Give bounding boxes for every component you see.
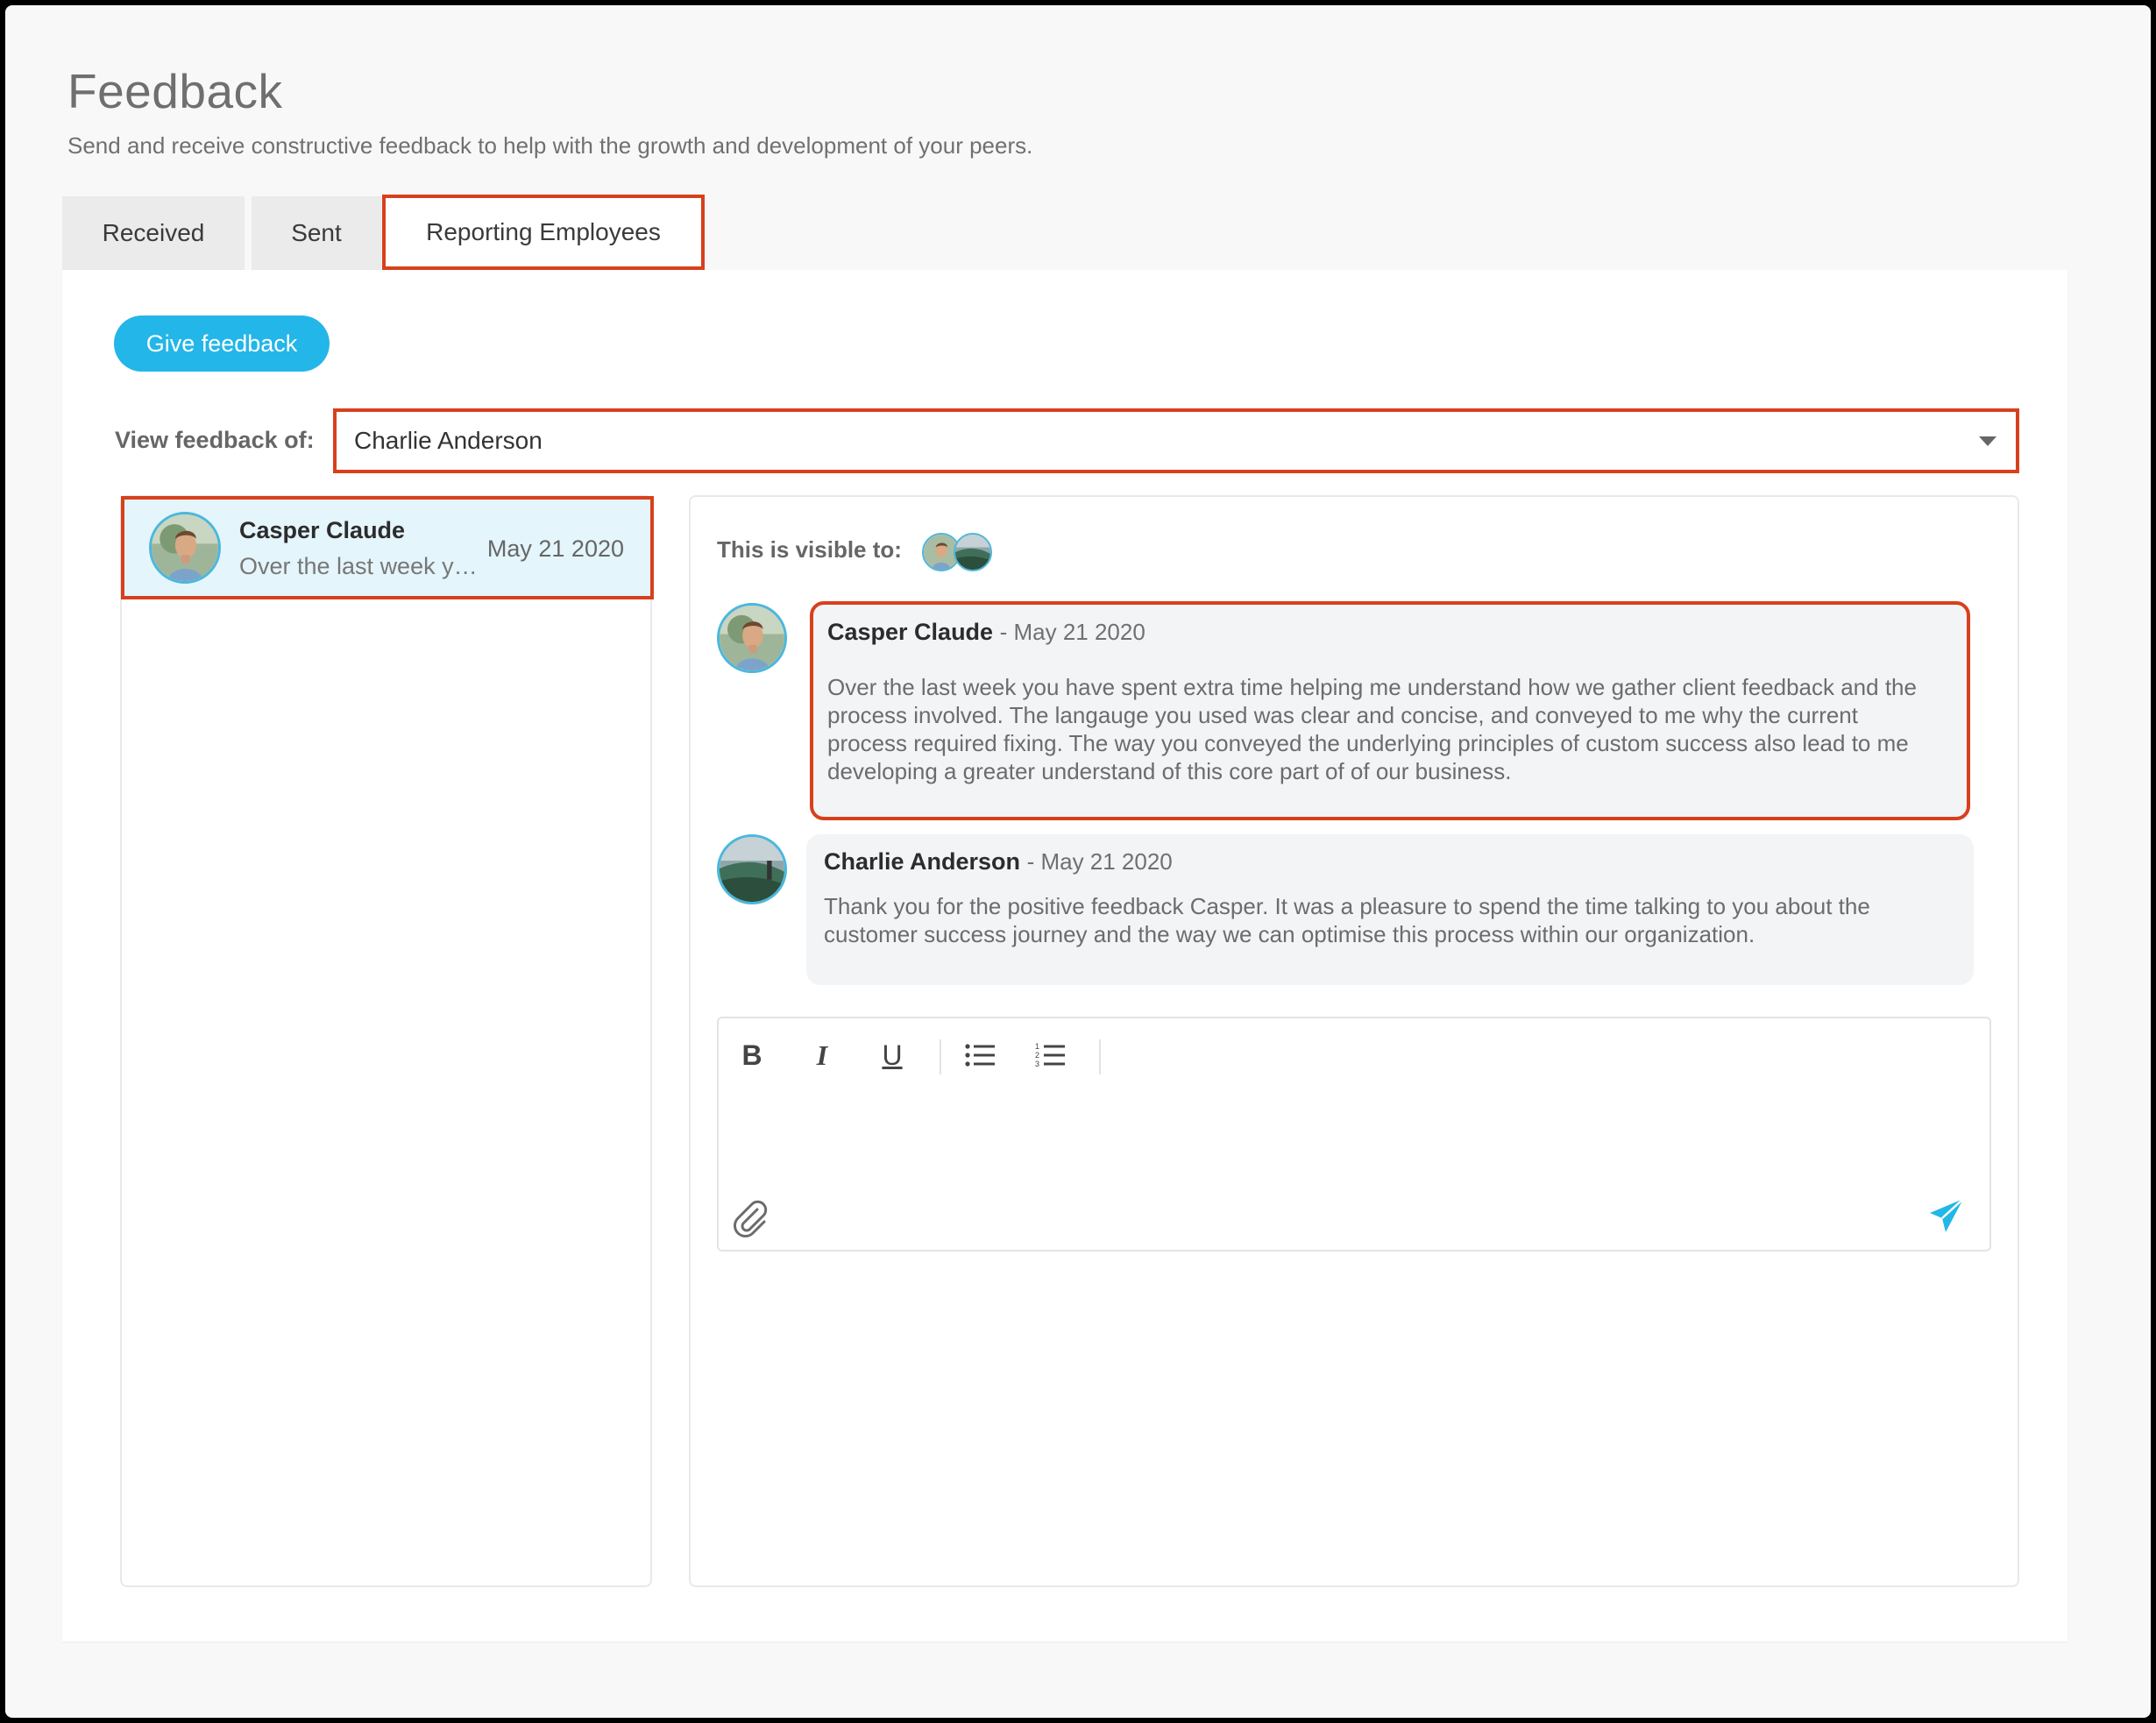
italic-button[interactable]: I — [799, 1032, 845, 1078]
bold-button[interactable]: B — [729, 1032, 775, 1078]
message-body: Thank you for the positive feedback Casp… — [824, 893, 1870, 947]
tab-sent[interactable]: Sent — [252, 196, 381, 270]
avatar — [717, 603, 787, 673]
message-date: - May 21 2020 — [999, 619, 1145, 645]
reply-editor[interactable]: B I U 1 2 3 — [717, 1017, 1991, 1251]
view-feedback-label: View feedback of: — [115, 427, 315, 453]
visible-to-label: This is visible to: — [717, 536, 902, 563]
avatar — [149, 512, 221, 584]
paperclip-icon[interactable] — [731, 1199, 771, 1239]
message-date: - May 21 2020 — [1026, 848, 1173, 875]
tab-received[interactable]: Received — [62, 196, 245, 270]
chevron-down-icon — [1979, 436, 1996, 446]
avatar — [717, 834, 787, 904]
toolbar-divider — [940, 1039, 941, 1074]
employee-select[interactable]: Charlie Anderson — [333, 408, 2019, 473]
bulleted-list-icon[interactable] — [957, 1032, 1003, 1078]
page-subtitle: Send and receive constructive feedback t… — [67, 132, 1033, 159]
numbered-list-icon[interactable]: 1 2 3 — [1027, 1032, 1073, 1078]
tab-reporting-employees[interactable]: Reporting Employees — [382, 195, 705, 270]
list-item-date: May 21 2020 — [486, 535, 624, 562]
list-item-name: Casper Claude — [239, 517, 406, 543]
message-author: Casper Claude — [827, 619, 994, 645]
svg-text:3: 3 — [1035, 1060, 1039, 1068]
svg-text:1: 1 — [1035, 1042, 1039, 1051]
feedback-list — [120, 495, 652, 1587]
list-item-preview: Over the last week you have spent extra … — [239, 553, 485, 579]
toolbar-divider — [1099, 1039, 1101, 1074]
give-feedback-button[interactable]: Give feedback — [114, 316, 330, 372]
employee-select-value: Charlie Anderson — [354, 427, 543, 454]
send-icon[interactable] — [1926, 1195, 1967, 1236]
svg-text:2: 2 — [1035, 1051, 1039, 1060]
message-body: Over the last week you have spent extra … — [827, 674, 1917, 784]
reply-message: Charlie Anderson - May 21 2020 Thank you… — [806, 834, 1974, 985]
avatar — [954, 533, 992, 571]
list-item[interactable]: Casper Claude Over the last week you hav… — [121, 496, 654, 599]
page-title: Feedback — [67, 64, 283, 118]
message-author: Charlie Anderson — [824, 848, 1021, 875]
feedback-message: Casper Claude - May 21 2020 Over the las… — [810, 601, 1970, 820]
underline-button[interactable]: U — [869, 1032, 915, 1078]
